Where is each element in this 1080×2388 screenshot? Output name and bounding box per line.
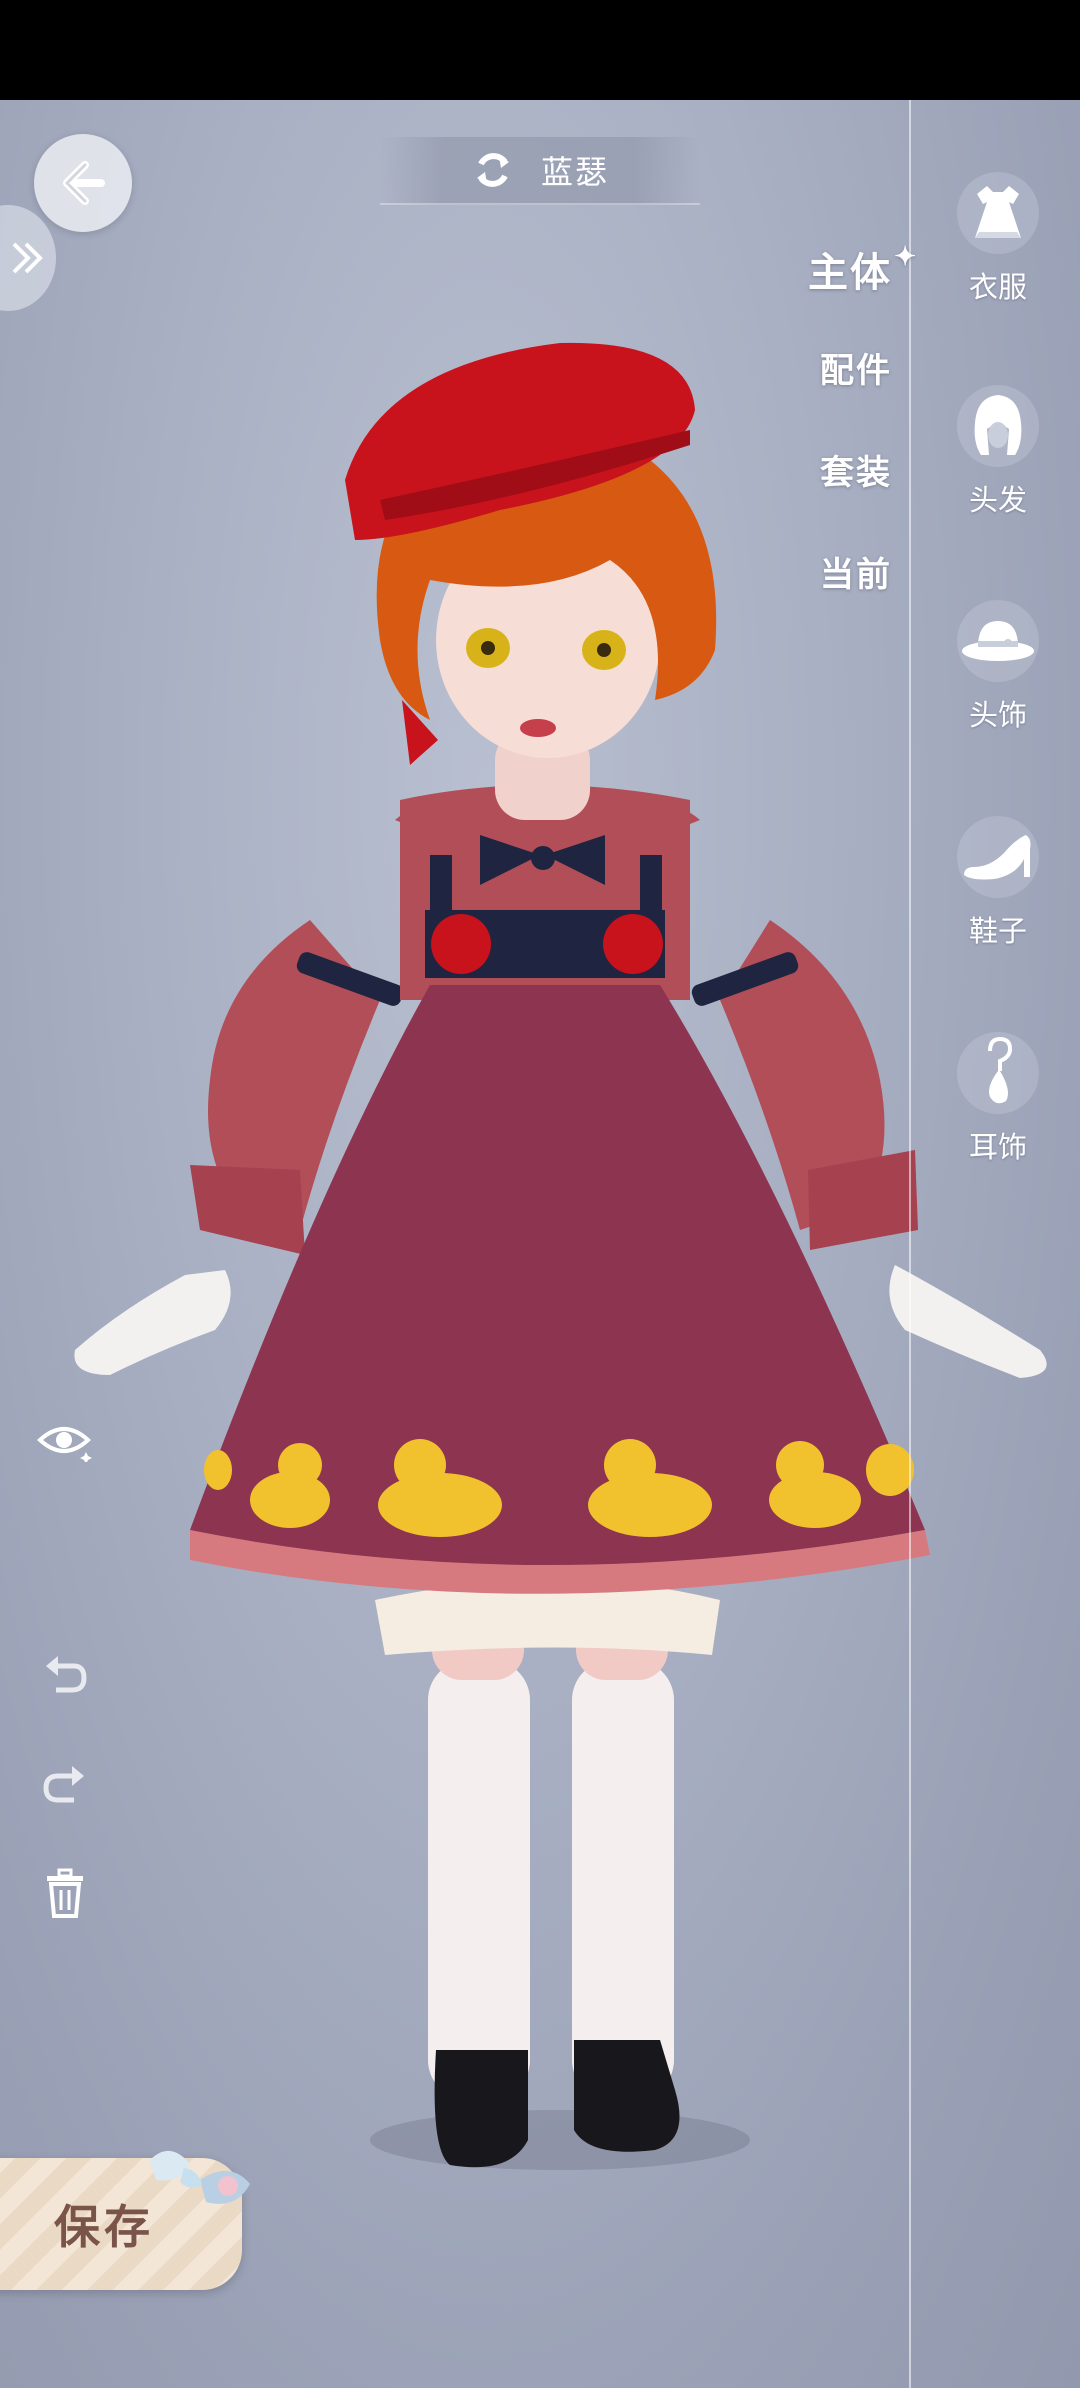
category-headwear[interactable]: 头饰 — [940, 600, 1056, 734]
category-hair-label: 头发 — [968, 483, 1027, 517]
tab-sets[interactable]: 套装 — [820, 445, 892, 494]
earring-icon — [957, 1032, 1039, 1114]
character-model — [74, 342, 1047, 2170]
arrow-left-icon — [63, 161, 105, 205]
ribbon-decoration-icon — [150, 2150, 250, 2204]
double-chevron-right-icon — [12, 242, 43, 274]
category-clothes[interactable]: 衣服 — [940, 172, 1056, 306]
category-earrings-label: 耳饰 — [968, 1130, 1027, 1164]
hat-icon — [957, 600, 1039, 682]
redo-button[interactable] — [30, 1750, 100, 1820]
redo-icon — [43, 1766, 84, 1803]
outfit-title-bar[interactable]: 蓝瑟 — [380, 137, 700, 205]
tab-accessories[interactable]: 配件 — [820, 343, 892, 392]
tab-main[interactable]: 主体 ✦ — [808, 240, 916, 298]
dress-up-stage: 蓝瑟 主体 ✦ 配件 套装 当前 衣服 头发 头饰 鞋子 耳饰 保存 — [0, 100, 1080, 2388]
outfit-title: 蓝瑟 — [540, 153, 609, 191]
tab-current-label: 当前 — [820, 555, 892, 595]
eye-icon — [37, 1427, 92, 1462]
hair-icon — [957, 385, 1039, 467]
save-label: 保存 — [54, 2200, 154, 2254]
category-shoes-label: 鞋子 — [968, 914, 1027, 948]
tab-sets-label: 套装 — [820, 453, 892, 493]
trash-icon — [47, 1868, 83, 1918]
tab-current[interactable]: 当前 — [820, 547, 892, 596]
panel-divider — [909, 100, 911, 2388]
category-headwear-label: 头饰 — [968, 698, 1027, 732]
status-bar — [0, 0, 1080, 100]
back-button[interactable] — [34, 134, 132, 232]
sparkle-icon: ✦ — [894, 242, 918, 272]
undo-icon — [46, 1656, 87, 1693]
visibility-toggle[interactable] — [30, 1405, 100, 1475]
delete-button[interactable] — [30, 1858, 100, 1928]
category-earrings[interactable]: 耳饰 — [940, 1032, 1056, 1166]
high-heel-icon — [957, 816, 1039, 898]
undo-button[interactable] — [30, 1640, 100, 1710]
dress-icon — [957, 172, 1039, 254]
tab-main-label: 主体 — [808, 249, 892, 296]
category-shoes[interactable]: 鞋子 — [940, 816, 1056, 950]
refresh-icon[interactable] — [471, 148, 515, 192]
tab-accessories-label: 配件 — [820, 351, 892, 391]
category-clothes-label: 衣服 — [968, 270, 1027, 304]
category-hair[interactable]: 头发 — [940, 385, 1056, 519]
